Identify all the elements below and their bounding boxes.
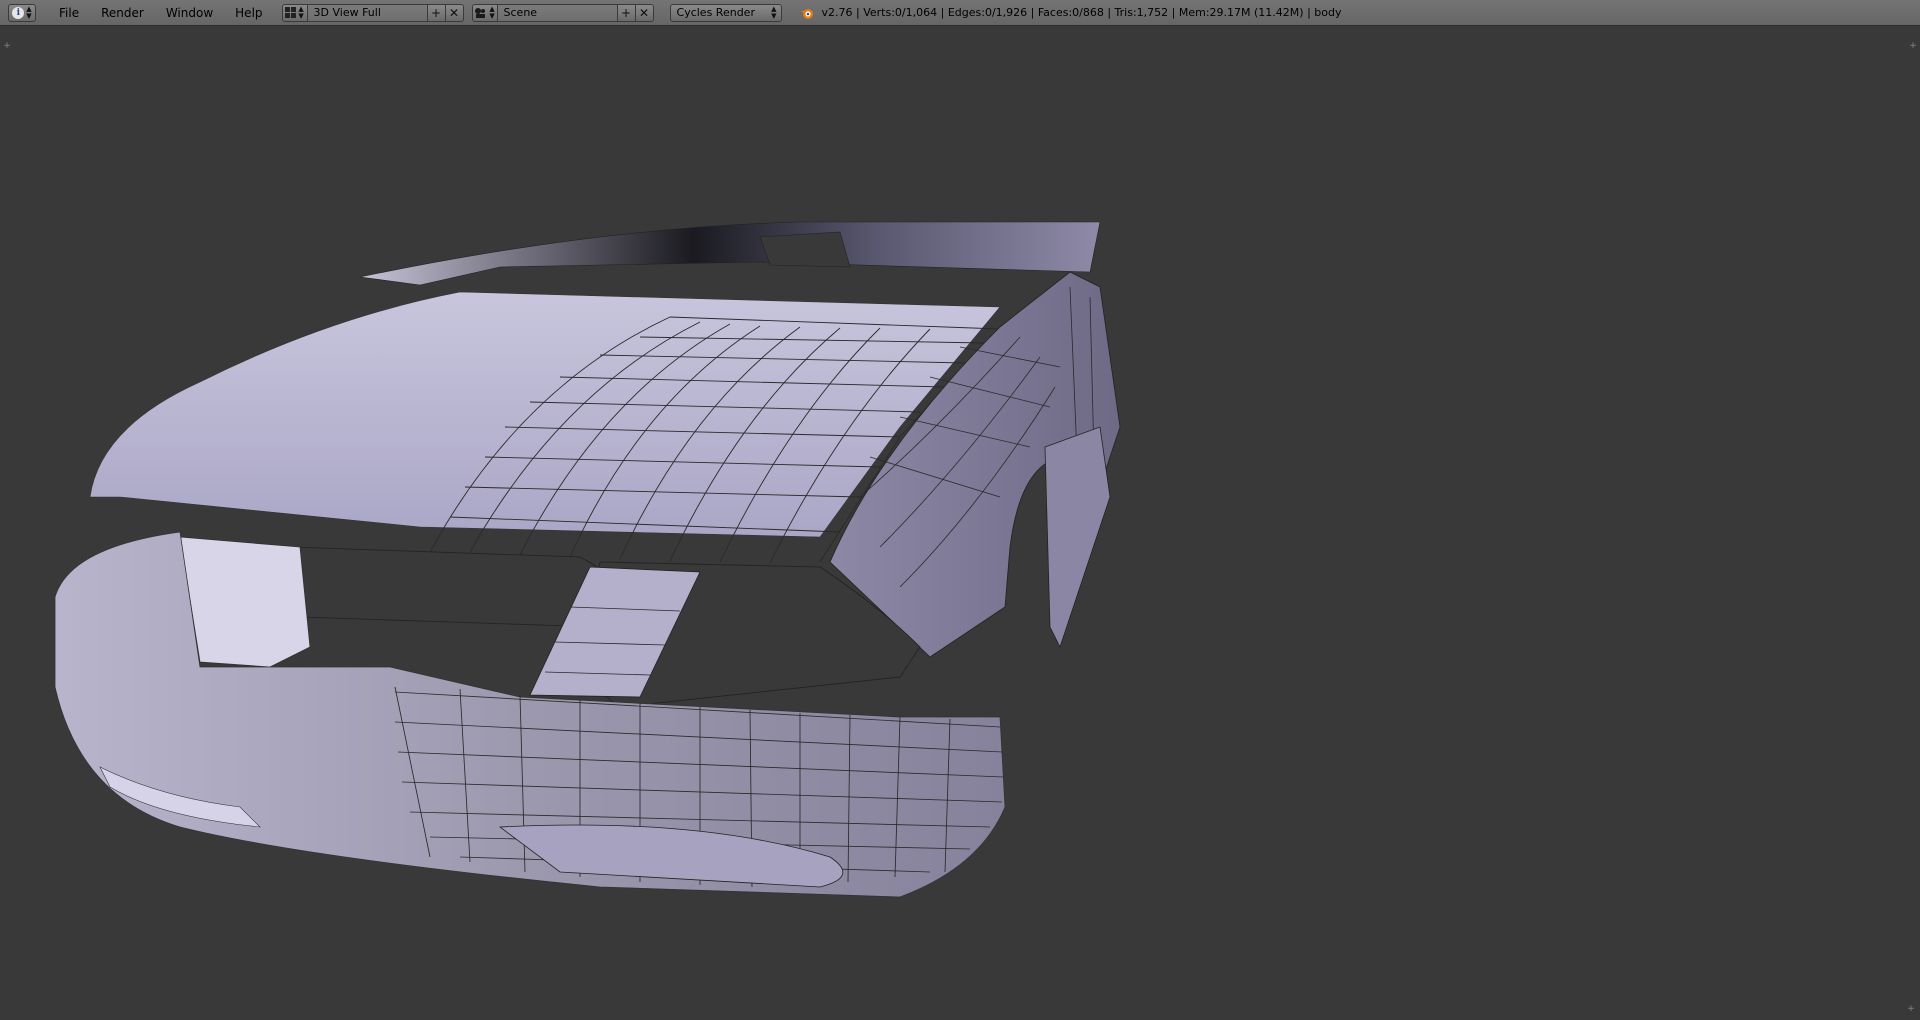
area-split-handle-top-right[interactable]: + [1908, 41, 1918, 51]
delete-scene-button[interactable]: ✕ [635, 3, 654, 22]
menu-window[interactable]: Window [155, 1, 224, 25]
scene-icon [475, 7, 486, 18]
car-body-mesh[interactable] [0, 27, 1920, 1016]
blender-logo-icon [800, 8, 813, 19]
area-split-handle-top-left[interactable]: + [2, 41, 12, 51]
render-engine-value: Cycles Render [676, 6, 755, 19]
add-screen-button[interactable]: + [427, 3, 446, 22]
main-menu: File Render Window Help [48, 1, 274, 25]
3d-viewport[interactable]: + + + [0, 27, 1920, 1016]
close-icon: ✕ [638, 5, 650, 20]
area-split-handle-bottom-right[interactable]: + [1906, 1004, 1916, 1014]
add-scene-button[interactable]: + [617, 3, 636, 22]
render-engine-dropdown[interactable]: Cycles Render ▲ ▼ [669, 3, 782, 22]
info-icon: i [12, 6, 25, 19]
menu-help[interactable]: Help [224, 1, 273, 25]
screen-layout-name-field[interactable]: 3D View Full [307, 3, 428, 22]
chevron-updown-icon: ▲ ▼ [26, 4, 32, 20]
close-icon: ✕ [448, 5, 460, 20]
screen-layout-browse-button[interactable]: ▲ ▼ [281, 3, 308, 22]
scene-browse-button[interactable]: ▲ ▼ [471, 3, 498, 22]
info-header: i ▲ ▼ File Render Window Help ▲ ▼ 3D View … [0, 0, 1920, 26]
scene-name-field[interactable]: Scene [497, 3, 618, 22]
scene-statistics: v2.76 | Verts:0/1,064 | Edges:0/1,926 | … [821, 6, 1342, 19]
plus-icon: + [430, 5, 442, 20]
chevron-updown-icon: ▲ ▼ [298, 4, 304, 20]
menu-file[interactable]: File [48, 1, 90, 25]
scene-selector: ▲ ▼ Scene + ✕ [471, 3, 654, 22]
editor-type-button[interactable]: i ▲ ▼ [8, 3, 36, 22]
menu-render[interactable]: Render [90, 1, 155, 25]
screen-layout-icon [285, 7, 297, 18]
chevron-updown-icon: ▲ ▼ [489, 4, 495, 20]
screen-layout-selector: ▲ ▼ 3D View Full + ✕ [281, 3, 464, 22]
chevron-updown-icon: ▲ ▼ [771, 4, 777, 20]
plus-icon: + [620, 5, 632, 20]
delete-screen-button[interactable]: ✕ [445, 3, 464, 22]
